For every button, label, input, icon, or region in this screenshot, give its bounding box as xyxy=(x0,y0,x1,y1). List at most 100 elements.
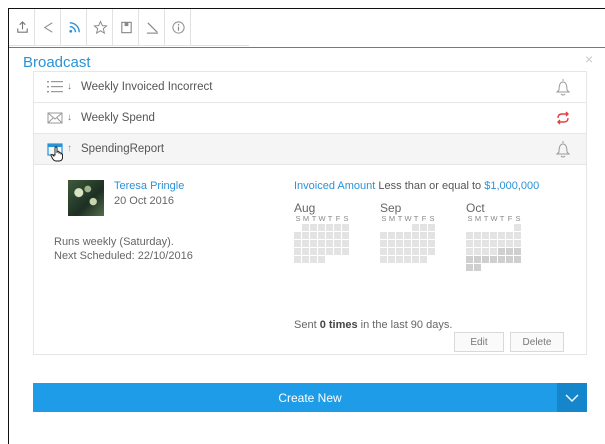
bell-icon[interactable] xyxy=(555,78,571,96)
calendar-day-cell xyxy=(318,232,325,239)
calendar-day-cell xyxy=(514,232,521,239)
calendar-day-cell xyxy=(412,224,419,231)
calendar-day-cell xyxy=(318,256,325,263)
calendar-month: Sep SMTWTFS xyxy=(380,202,436,263)
user-name-link[interactable]: Teresa Pringle xyxy=(114,180,184,192)
calendar-day-cell xyxy=(380,232,387,239)
condition-operator: Less than or equal to xyxy=(375,180,485,192)
calendar-day-cell xyxy=(326,240,333,247)
calendar-day-cell xyxy=(404,256,411,263)
weekday-label: T xyxy=(311,214,317,223)
sent-summary: Sent 0 times in the last 90 days. xyxy=(294,319,452,331)
toolbar xyxy=(9,9,249,45)
condition-field[interactable]: Invoiced Amount xyxy=(294,180,375,192)
weekday-label: S xyxy=(467,214,473,223)
calendar-day-cell xyxy=(294,256,301,263)
email-icon xyxy=(47,112,63,124)
calendar-day-cell xyxy=(318,224,325,231)
calendar-month: Aug SMTWTFS xyxy=(294,201,350,263)
broadcast-details: Teresa Pringle 20 Oct 2016 Runs weekly (… xyxy=(34,165,586,355)
weekday-label: M xyxy=(302,214,310,223)
calendar-day-cell xyxy=(404,232,411,239)
calendar-day-cell xyxy=(396,248,403,255)
broadcast-item-spendingreport[interactable]: ↑ SpendingReport xyxy=(34,134,586,165)
calendar-day-cell xyxy=(404,248,411,255)
calendar-day-cell xyxy=(302,232,309,239)
broadcast-item-weekly-spend[interactable]: ↓ Weekly Spend xyxy=(34,103,586,134)
weekday-label: T xyxy=(499,214,505,223)
repeat-icon[interactable] xyxy=(555,109,571,127)
close-icon[interactable]: × xyxy=(585,51,593,67)
weekday-label: S xyxy=(295,214,301,223)
calendar-day-cell xyxy=(388,232,395,239)
calendar-day-cell xyxy=(396,232,403,239)
calendar-day-cell xyxy=(326,248,333,255)
calendar-day-cell xyxy=(342,232,349,239)
calendar-day-cell xyxy=(326,232,333,239)
create-new-button[interactable]: Create New xyxy=(33,383,587,412)
calendar-day-cell xyxy=(388,240,395,247)
delete-button[interactable]: Delete xyxy=(510,332,564,352)
calendar-day-cell xyxy=(466,240,473,247)
calendar-day-cell xyxy=(420,224,427,231)
broadcast-button[interactable] xyxy=(63,9,87,45)
info-icon xyxy=(172,20,185,34)
bookmark-button[interactable] xyxy=(115,9,139,45)
condition-value[interactable]: $1,000,000 xyxy=(484,180,539,192)
sort-up-icon: ↑ xyxy=(67,143,72,154)
calendar-day-cell xyxy=(420,232,427,239)
weekday-label: T xyxy=(397,214,403,223)
calendar-day-cell xyxy=(466,232,473,239)
export-button[interactable] xyxy=(11,9,35,45)
calendar-day-cell xyxy=(302,240,309,247)
bookmark-icon xyxy=(121,21,132,33)
calendar-day-cell xyxy=(412,248,419,255)
bell-icon[interactable] xyxy=(555,140,571,158)
list-icon xyxy=(47,81,63,93)
favourite-button[interactable] xyxy=(89,9,113,45)
next-scheduled: Next Scheduled: 22/10/2016 xyxy=(54,250,193,262)
info-button[interactable] xyxy=(167,9,191,45)
weekday-label: F xyxy=(507,214,513,223)
user-date: 20 Oct 2016 xyxy=(114,195,174,207)
weekday-label: S xyxy=(381,214,387,223)
weekday-label: W xyxy=(490,214,498,223)
weekday-header: SMTWTFS xyxy=(380,214,436,223)
condition: Invoiced Amount Less than or equal to $1… xyxy=(294,180,539,192)
month-name: Aug xyxy=(294,201,316,215)
calendar-day-cell xyxy=(420,256,427,263)
weekday-label: M xyxy=(474,214,482,223)
weekday-label: W xyxy=(318,214,326,223)
annotate-button[interactable] xyxy=(141,9,165,45)
calendar-day-cell xyxy=(474,256,481,263)
annotate-icon xyxy=(146,21,159,34)
calendar-day-cell xyxy=(310,232,317,239)
calendar-day-cell xyxy=(420,240,427,247)
broadcast-icon xyxy=(69,21,80,33)
edit-button[interactable]: Edit xyxy=(454,332,504,352)
hand-cursor-icon xyxy=(50,146,63,162)
calendar-day-cell xyxy=(514,240,521,247)
calendar-day-cell xyxy=(310,248,317,255)
calendar-day-cell xyxy=(474,264,481,271)
broadcast-window: Broadcast × ↓ Weekly Invoiced Incorrect … xyxy=(8,8,605,444)
panel-top-border xyxy=(9,47,605,48)
sent-suffix: in the last 90 days. xyxy=(357,319,453,331)
broadcast-item-weekly-invoiced-incorrect[interactable]: ↓ Weekly Invoiced Incorrect xyxy=(34,72,586,103)
calendar-day-cell xyxy=(342,240,349,247)
calendar-day-cell xyxy=(396,256,403,263)
sent-prefix: Sent xyxy=(294,319,320,331)
calendar-day-cell xyxy=(294,240,301,247)
create-new-dropdown[interactable] xyxy=(557,383,587,412)
schedule-info: Runs weekly (Saturday). Next Scheduled: … xyxy=(54,235,193,263)
share-icon xyxy=(43,21,53,33)
share-button[interactable] xyxy=(37,9,61,45)
calendar-day-cell xyxy=(482,256,489,263)
calendar-day-cell xyxy=(506,256,513,263)
weekday-label: T xyxy=(327,214,333,223)
calendar-day-cell xyxy=(490,232,497,239)
weekday-label: T xyxy=(483,214,489,223)
calendar-day-cell xyxy=(428,248,435,255)
broadcast-item-label: Weekly Spend xyxy=(81,112,155,124)
star-icon xyxy=(93,19,108,34)
